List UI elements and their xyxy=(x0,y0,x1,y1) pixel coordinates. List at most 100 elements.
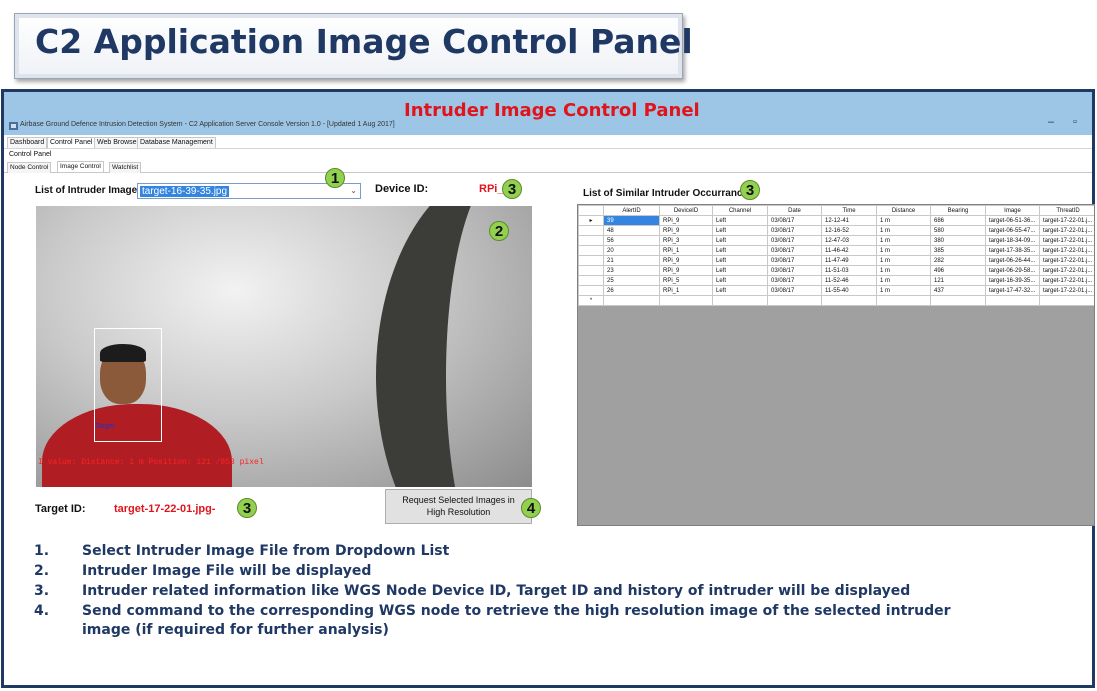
row-header[interactable] xyxy=(578,285,604,296)
table-row[interactable]: 20 RPi_1 Left 03/08/17 11-46-42 1 m 385 target-… xyxy=(578,245,1094,256)
table-cell[interactable]: 23 xyxy=(603,265,660,276)
table-cell[interactable]: target-06-29-58... xyxy=(985,265,1040,276)
table-cell[interactable] xyxy=(821,295,877,306)
table-cell[interactable]: 121 xyxy=(930,275,986,286)
table-cell[interactable]: target-17-22-01.j... xyxy=(1039,285,1094,296)
table-cell[interactable]: 48 xyxy=(603,225,660,236)
table-cell[interactable] xyxy=(1039,295,1094,306)
table-cell[interactable]: Left xyxy=(712,235,768,246)
table-cell[interactable]: target-17-22-01.j... xyxy=(1039,275,1094,286)
table-cell[interactable]: 03/08/17 xyxy=(767,275,822,286)
table-cell[interactable]: target-17-22-01.j... xyxy=(1039,215,1094,226)
column-header[interactable]: Image xyxy=(985,205,1040,216)
table-cell[interactable]: 03/08/17 xyxy=(767,225,822,236)
table-cell[interactable]: Left xyxy=(712,265,768,276)
table-cell[interactable]: RPi_9 xyxy=(659,265,713,276)
table-cell[interactable]: Left xyxy=(712,225,768,236)
tab-node-control[interactable]: Node Control xyxy=(7,162,52,173)
table-cell[interactable] xyxy=(876,295,931,306)
table-cell[interactable]: 03/08/17 xyxy=(767,245,822,256)
column-header[interactable]: Date xyxy=(767,205,822,216)
table-cell[interactable]: 03/08/17 xyxy=(767,235,822,246)
table-row[interactable]: 25 RPi_5 Left 03/08/17 11-52-46 1 m 121 target-… xyxy=(578,275,1094,286)
table-cell[interactable]: 11-46-42 xyxy=(821,245,877,256)
table-cell[interactable]: 12-47-03 xyxy=(821,235,877,246)
table-cell[interactable] xyxy=(985,295,1040,306)
table-cell[interactable]: target-06-26-44... xyxy=(985,255,1040,266)
tab-image-control[interactable]: Image Control xyxy=(57,161,104,172)
table-cell[interactable]: target-16-39-35... xyxy=(985,275,1040,286)
table-cell[interactable]: target-06-55-47... xyxy=(985,225,1040,236)
table-cell[interactable]: RPi_9 xyxy=(659,255,713,266)
table-cell[interactable]: target-06-51-36... xyxy=(985,215,1040,226)
table-cell[interactable]: 26 xyxy=(603,285,660,296)
table-cell[interactable]: 437 xyxy=(930,285,986,296)
table-cell[interactable]: 03/08/17 xyxy=(767,255,822,266)
table-cell[interactable]: 11-55-40 xyxy=(821,285,877,296)
table-row[interactable]: 23 RPi_9 Left 03/08/17 11-51-03 1 m 496 target-… xyxy=(578,265,1094,276)
table-cell[interactable] xyxy=(930,295,986,306)
column-header[interactable]: Bearing xyxy=(930,205,986,216)
table-cell[interactable]: 496 xyxy=(930,265,986,276)
tab-dashboard[interactable]: Dashboard xyxy=(7,137,48,148)
table-cell[interactable]: RPi_5 xyxy=(659,275,713,286)
minimize-button[interactable]: – xyxy=(1048,116,1054,128)
new-row-indicator[interactable]: * xyxy=(578,295,604,306)
new-row[interactable]: * xyxy=(578,295,1094,306)
table-cell[interactable]: Left xyxy=(712,245,768,256)
row-header[interactable] xyxy=(578,235,604,246)
table-cell[interactable]: 25 xyxy=(603,275,660,286)
table-cell[interactable]: 1 m xyxy=(876,225,931,236)
table-row[interactable]: 21 RPi_9 Left 03/08/17 11-47-49 1 m 282 target-… xyxy=(578,255,1094,266)
restore-button[interactable]: ▫ xyxy=(1073,116,1077,128)
row-header[interactable] xyxy=(578,245,604,256)
tab-database-management[interactable]: Database Management xyxy=(137,137,216,148)
table-row[interactable]: ▸ 39 RPi_9 Left 03/08/17 12-12-41 1 m 686 target… xyxy=(578,215,1094,226)
table-cell[interactable] xyxy=(767,295,822,306)
tab-watchlist[interactable]: Watchlist xyxy=(109,162,142,173)
table-cell[interactable]: 39 xyxy=(603,215,660,226)
table-cell[interactable]: 1 m xyxy=(876,245,931,256)
table-cell[interactable]: Left xyxy=(712,285,768,296)
table-cell[interactable]: 03/08/17 xyxy=(767,285,822,296)
table-cell[interactable]: 686 xyxy=(930,215,986,226)
table-cell[interactable]: 385 xyxy=(930,245,986,256)
column-header[interactable]: DeviceID xyxy=(659,205,713,216)
column-header[interactable]: AlertID xyxy=(603,205,660,216)
column-header[interactable]: Time xyxy=(821,205,877,216)
table-cell[interactable]: 1 m xyxy=(876,255,931,266)
current-row-indicator[interactable]: ▸ xyxy=(578,215,604,226)
table-cell[interactable]: RPi_9 xyxy=(659,225,713,236)
table-cell[interactable]: RPi_9 xyxy=(659,215,713,226)
table-cell[interactable]: RPi_1 xyxy=(659,245,713,256)
row-header[interactable] xyxy=(578,265,604,276)
table-cell[interactable]: Left xyxy=(712,255,768,266)
table-cell[interactable]: target-17-22-01.j... xyxy=(1039,265,1094,276)
row-header[interactable] xyxy=(578,255,604,266)
table-cell[interactable]: Left xyxy=(712,215,768,226)
row-header[interactable] xyxy=(578,225,604,236)
table-cell[interactable] xyxy=(603,295,660,306)
row-header[interactable] xyxy=(578,275,604,286)
table-cell[interactable]: target-17-22-01.j... xyxy=(1039,255,1094,266)
table-cell[interactable]: 1 m xyxy=(876,275,931,286)
table-cell[interactable]: 11-52-46 xyxy=(821,275,877,286)
table-cell[interactable]: 1 m xyxy=(876,215,931,226)
table-cell[interactable]: 20 xyxy=(603,245,660,256)
table-cell[interactable]: 380 xyxy=(930,235,986,246)
table-cell[interactable]: target-17-38-35... xyxy=(985,245,1040,256)
tab-control-panel[interactable]: Control Panel xyxy=(47,137,96,148)
table-cell[interactable]: RPi_3 xyxy=(659,235,713,246)
table-cell[interactable]: target-17-22-01.j... xyxy=(1039,245,1094,256)
chevron-down-icon[interactable]: ⌄ xyxy=(350,186,357,195)
table-cell[interactable]: 03/08/17 xyxy=(767,215,822,226)
table-cell[interactable]: RPi_1 xyxy=(659,285,713,296)
table-cell[interactable]: 56 xyxy=(603,235,660,246)
column-header[interactable]: ThreatID xyxy=(1039,205,1094,216)
table-cell[interactable]: 1 m xyxy=(876,265,931,276)
table-cell[interactable]: 1 m xyxy=(876,285,931,296)
request-high-res-button[interactable]: Request Selected Images in High Resoluti… xyxy=(385,489,532,524)
table-cell[interactable]: target-18-34-09... xyxy=(985,235,1040,246)
table-cell[interactable]: 580 xyxy=(930,225,986,236)
table-cell[interactable]: target-17-22-01.j... xyxy=(1039,235,1094,246)
